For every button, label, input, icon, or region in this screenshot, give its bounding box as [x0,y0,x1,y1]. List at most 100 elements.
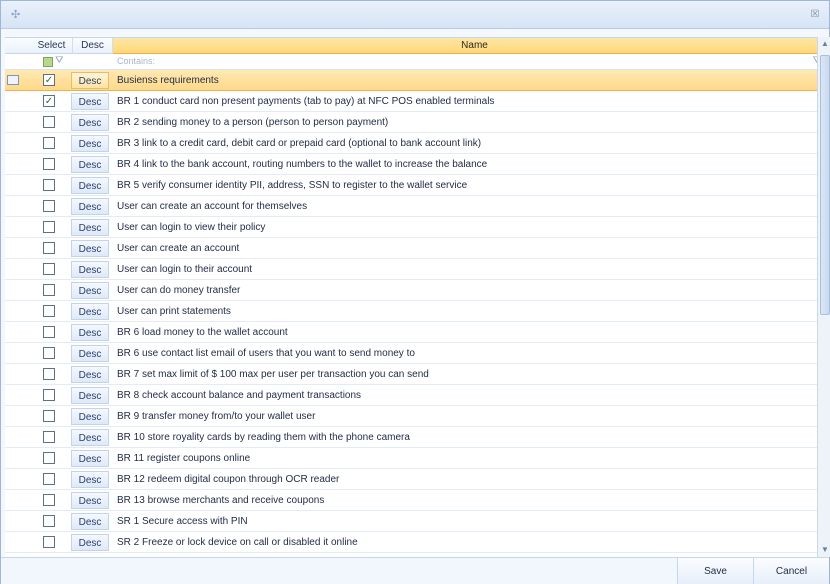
requirement-name: User can login to their account [117,264,253,275]
requirement-name: User can create an account [117,243,240,254]
desc-button[interactable]: Desc [71,324,109,341]
scroll-down-icon[interactable]: ▼ [820,545,830,555]
select-checkbox[interactable] [43,137,55,149]
select-checkbox[interactable] [43,347,55,359]
table-row[interactable]: Desc SR 1 Secure access with PIN [5,511,830,532]
scroll-thumb[interactable] [820,55,830,315]
desc-button[interactable]: Desc [71,534,109,551]
close-icon[interactable]: ☒ [809,9,821,21]
requirement-name: User can do money transfer [117,285,241,296]
select-checkbox[interactable] [43,494,55,506]
select-checkbox[interactable] [43,242,55,254]
select-checkbox[interactable] [43,221,55,233]
table-row[interactable]: ✓ Desc Busienss requirements [5,70,830,91]
desc-button[interactable]: Desc [71,366,109,383]
desc-button[interactable]: Desc [71,114,109,131]
name-filter-input[interactable]: Contains: [117,56,155,66]
table-row[interactable]: Desc BR 8 check account balance and payme… [5,385,830,406]
desc-button[interactable]: Desc [71,345,109,362]
desc-button[interactable]: Desc [71,282,109,299]
grid-header: Select Desc Name ▲ [5,38,830,54]
table-row[interactable]: Desc BR 13 browse merchants and receive c… [5,490,830,511]
table-row[interactable]: Desc User can do money transfer [5,280,830,301]
desc-button[interactable]: Desc [71,219,109,236]
column-header-desc[interactable]: Desc [73,38,113,54]
select-checkbox[interactable] [43,536,55,548]
desc-button[interactable]: Desc [71,408,109,425]
table-row[interactable]: Desc BR 6 load money to the wallet accoun… [5,322,830,343]
scroll-up-icon[interactable]: ▲ [820,39,830,49]
table-row[interactable]: Desc User can print statements [5,301,830,322]
select-checkbox[interactable] [43,410,55,422]
table-row[interactable]: Desc User can create an account [5,238,830,259]
requirement-name: Busienss requirements [117,75,219,86]
select-checkbox[interactable] [43,431,55,443]
vertical-scrollbar[interactable]: ▲ ▼ [817,37,830,557]
table-row[interactable]: Desc BR 11 register coupons online [5,448,830,469]
requirement-name: BR 8 check account balance and payment t… [117,390,362,401]
table-row[interactable]: Desc SR 2 Freeze or lock device on call o… [5,532,830,553]
table-row[interactable]: Desc BR 9 transfer money from/to your wal… [5,406,830,427]
save-button[interactable]: Save [677,558,753,584]
select-checkbox[interactable] [43,158,55,170]
select-checkbox[interactable] [43,284,55,296]
column-header-name-label: Name [461,40,488,51]
requirement-name: BR 12 redeem digital coupon through OCR … [117,474,340,485]
table-row[interactable]: Desc User can create an account for thems… [5,196,830,217]
select-checkbox[interactable] [43,515,55,527]
dialog-window: ✣ ☒ Select Desc Name ▲ ⛛ Contains: ⛛ ✓ De… [0,0,830,584]
footer-bar: Save Cancel [1,557,829,584]
desc-button[interactable]: Desc [71,513,109,530]
desc-button[interactable]: Desc [71,156,109,173]
requirement-name: BR 9 transfer money from/to your wallet … [117,411,316,422]
cancel-button[interactable]: Cancel [753,558,829,584]
desc-button[interactable]: Desc [71,471,109,488]
desc-button[interactable]: Desc [71,303,109,320]
desc-button[interactable]: Desc [71,387,109,404]
desc-button[interactable]: Desc [71,492,109,509]
desc-button[interactable]: Desc [71,135,109,152]
desc-button[interactable]: Desc [71,72,109,89]
desc-button[interactable]: Desc [71,429,109,446]
desc-button[interactable]: Desc [71,198,109,215]
select-checkbox[interactable] [43,305,55,317]
column-header-name[interactable]: Name ▲ [113,38,830,54]
requirement-name: BR 7 set max limit of $ 100 max per user… [117,369,429,380]
requirement-name: BR 10 store royality cards by reading th… [117,432,410,443]
desc-button[interactable]: Desc [71,450,109,467]
select-checkbox[interactable] [43,389,55,401]
filter-select-icon[interactable] [43,57,53,67]
select-checkbox[interactable] [43,179,55,191]
requirement-name: BR 1 conduct card non present payments (… [117,96,495,107]
table-row[interactable]: Desc BR 2 sending money to a person (pers… [5,112,830,133]
select-checkbox[interactable]: ✓ [43,95,55,107]
requirement-name: BR 11 register coupons online [117,453,251,464]
select-checkbox[interactable] [43,368,55,380]
select-checkbox[interactable]: ✓ [43,74,55,86]
select-checkbox[interactable] [43,473,55,485]
select-checkbox[interactable] [43,326,55,338]
funnel-icon[interactable]: ⛛ [55,55,63,66]
table-row[interactable]: Desc BR 4 link to the bank account, routi… [5,154,830,175]
requirement-name: SR 2 Freeze or lock device on call or di… [117,537,358,548]
desc-button[interactable]: Desc [71,261,109,278]
table-row[interactable]: Desc BR 3 link to a credit card, debit ca… [5,133,830,154]
filter-row: ⛛ Contains: ⛛ [5,54,830,70]
table-row[interactable]: Desc BR 6 use contact list email of users… [5,343,830,364]
select-checkbox[interactable] [43,452,55,464]
column-header-select[interactable]: Select [31,38,73,54]
desc-button[interactable]: Desc [71,177,109,194]
select-checkbox[interactable] [43,200,55,212]
desc-button[interactable]: Desc [71,240,109,257]
table-row[interactable]: Desc BR 12 redeem digital coupon through … [5,469,830,490]
requirement-name: User can print statements [117,306,231,317]
table-row[interactable]: Desc User can login to their account [5,259,830,280]
table-row[interactable]: Desc BR 7 set max limit of $ 100 max per … [5,364,830,385]
table-row[interactable]: Desc BR 10 store royality cards by readin… [5,427,830,448]
table-row[interactable]: Desc User can login to view their policy [5,217,830,238]
select-checkbox[interactable] [43,116,55,128]
select-checkbox[interactable] [43,263,55,275]
table-row[interactable]: ✓ Desc BR 1 conduct card non present payme… [5,91,830,112]
desc-button[interactable]: Desc [71,93,109,110]
table-row[interactable]: Desc BR 5 verify consumer identity PII, a… [5,175,830,196]
